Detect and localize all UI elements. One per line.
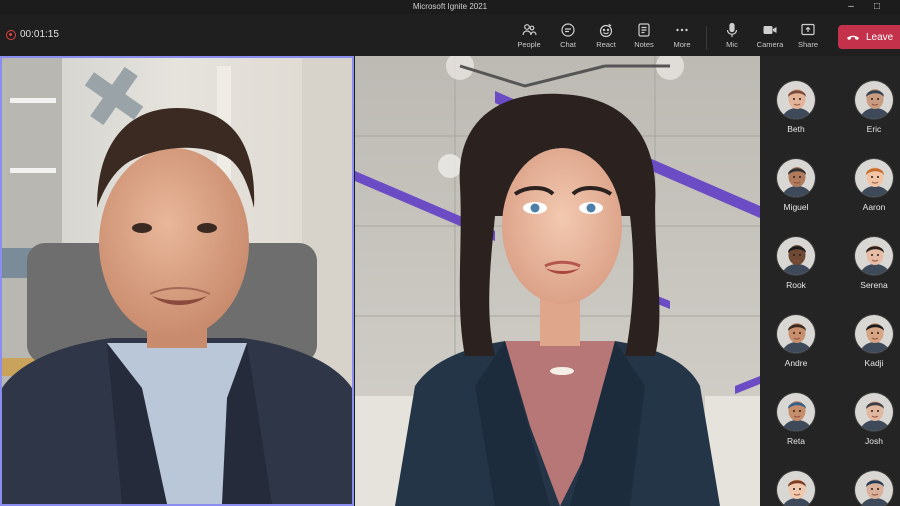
avatar bbox=[776, 158, 816, 198]
participant-name: Rook bbox=[786, 280, 806, 290]
participant-tile[interactable]: Josh bbox=[844, 392, 900, 446]
presenter-video-tile bbox=[0, 56, 354, 506]
avatar bbox=[776, 314, 816, 354]
more-button[interactable]: More bbox=[664, 22, 700, 49]
phone-hangup-icon bbox=[847, 35, 859, 40]
participant-tile[interactable]: Rook bbox=[766, 236, 826, 290]
chat-icon bbox=[561, 23, 575, 37]
more-icon bbox=[676, 28, 688, 32]
avatar bbox=[776, 392, 816, 432]
participant-name: Reta bbox=[787, 436, 805, 446]
chat-button[interactable]: Chat bbox=[550, 22, 586, 49]
maximize-button[interactable]: □ bbox=[866, 0, 888, 14]
participant-tile[interactable]: Serena bbox=[844, 236, 900, 290]
react-button[interactable]: React bbox=[588, 22, 624, 49]
avatar bbox=[854, 392, 894, 432]
avatar-icon bbox=[855, 81, 893, 119]
avatar bbox=[854, 314, 894, 354]
avatar-icon bbox=[855, 471, 893, 506]
camera-button[interactable]: Camera bbox=[752, 22, 788, 49]
participant-tile[interactable] bbox=[844, 470, 900, 506]
participant-name: Andre bbox=[784, 358, 808, 368]
participant-name: Beth bbox=[787, 124, 805, 134]
participant-tile[interactable]: Aaron bbox=[844, 158, 900, 212]
avatar-icon bbox=[777, 237, 815, 275]
people-icon bbox=[522, 24, 537, 36]
avatar-icon bbox=[855, 315, 893, 353]
participant-name: Miguel bbox=[783, 202, 809, 212]
avatar bbox=[854, 236, 894, 276]
avatar-video-tile bbox=[355, 56, 760, 506]
avatar bbox=[776, 470, 816, 506]
participant-tile[interactable]: Eric bbox=[844, 80, 900, 134]
avatar bbox=[854, 158, 894, 198]
minimize-button[interactable]: – bbox=[840, 0, 862, 14]
avatar-icon bbox=[777, 393, 815, 431]
notes-icon bbox=[638, 23, 650, 37]
share-icon bbox=[801, 23, 815, 36]
participant-tile[interactable]: Andre bbox=[766, 314, 826, 368]
participant-name: Serena bbox=[860, 280, 888, 290]
presenter-video-feed bbox=[2, 58, 352, 504]
camera-icon bbox=[763, 26, 777, 34]
react-icon bbox=[599, 23, 613, 38]
avatar-icon bbox=[777, 81, 815, 119]
share-button[interactable]: Share bbox=[790, 22, 826, 49]
avatar-icon bbox=[777, 315, 815, 353]
timer-text: 00:01:15 bbox=[20, 29, 59, 40]
participant-tile[interactable]: Kadji bbox=[844, 314, 900, 368]
participant-tile[interactable]: Reta bbox=[766, 392, 826, 446]
mic-button[interactable]: Mic bbox=[714, 22, 750, 49]
avatar bbox=[776, 236, 816, 276]
recording-icon bbox=[6, 29, 16, 40]
avatar-icon bbox=[777, 159, 815, 197]
avatar-icon bbox=[855, 159, 893, 197]
avatar-video-feed bbox=[355, 56, 760, 506]
avatar-icon bbox=[855, 393, 893, 431]
notes-button[interactable]: Notes bbox=[626, 22, 662, 49]
people-button[interactable]: People bbox=[511, 22, 547, 49]
participant-name: Eric bbox=[866, 124, 882, 134]
participant-tile[interactable]: Beth bbox=[766, 80, 826, 134]
avatar bbox=[854, 470, 894, 506]
participant-tile[interactable] bbox=[766, 470, 826, 506]
participant-name: Aaron bbox=[862, 202, 886, 212]
avatar bbox=[776, 80, 816, 120]
title-bar: Microsoft Ignite 2021 – □ bbox=[0, 0, 900, 14]
mic-icon bbox=[726, 22, 738, 37]
participant-tile[interactable]: Miguel bbox=[766, 158, 826, 212]
avatar bbox=[854, 80, 894, 120]
avatar-icon bbox=[777, 471, 815, 506]
participants-panel: Beth Eric Miguel Aaron Rook Serena Andre Kadji R… bbox=[760, 56, 900, 506]
leave-button[interactable]: Leave bbox=[838, 25, 900, 49]
participant-name: Kadji bbox=[864, 358, 884, 368]
meeting-toolbar: 00:01:15 People Chat React Notes More Mi… bbox=[0, 14, 900, 56]
toolbar-divider bbox=[706, 26, 707, 50]
participant-name: Josh bbox=[865, 436, 883, 446]
window-title: Microsoft Ignite 2021 bbox=[412, 2, 488, 11]
avatar-icon bbox=[855, 237, 893, 275]
recording-timer: 00:01:15 bbox=[6, 29, 59, 40]
